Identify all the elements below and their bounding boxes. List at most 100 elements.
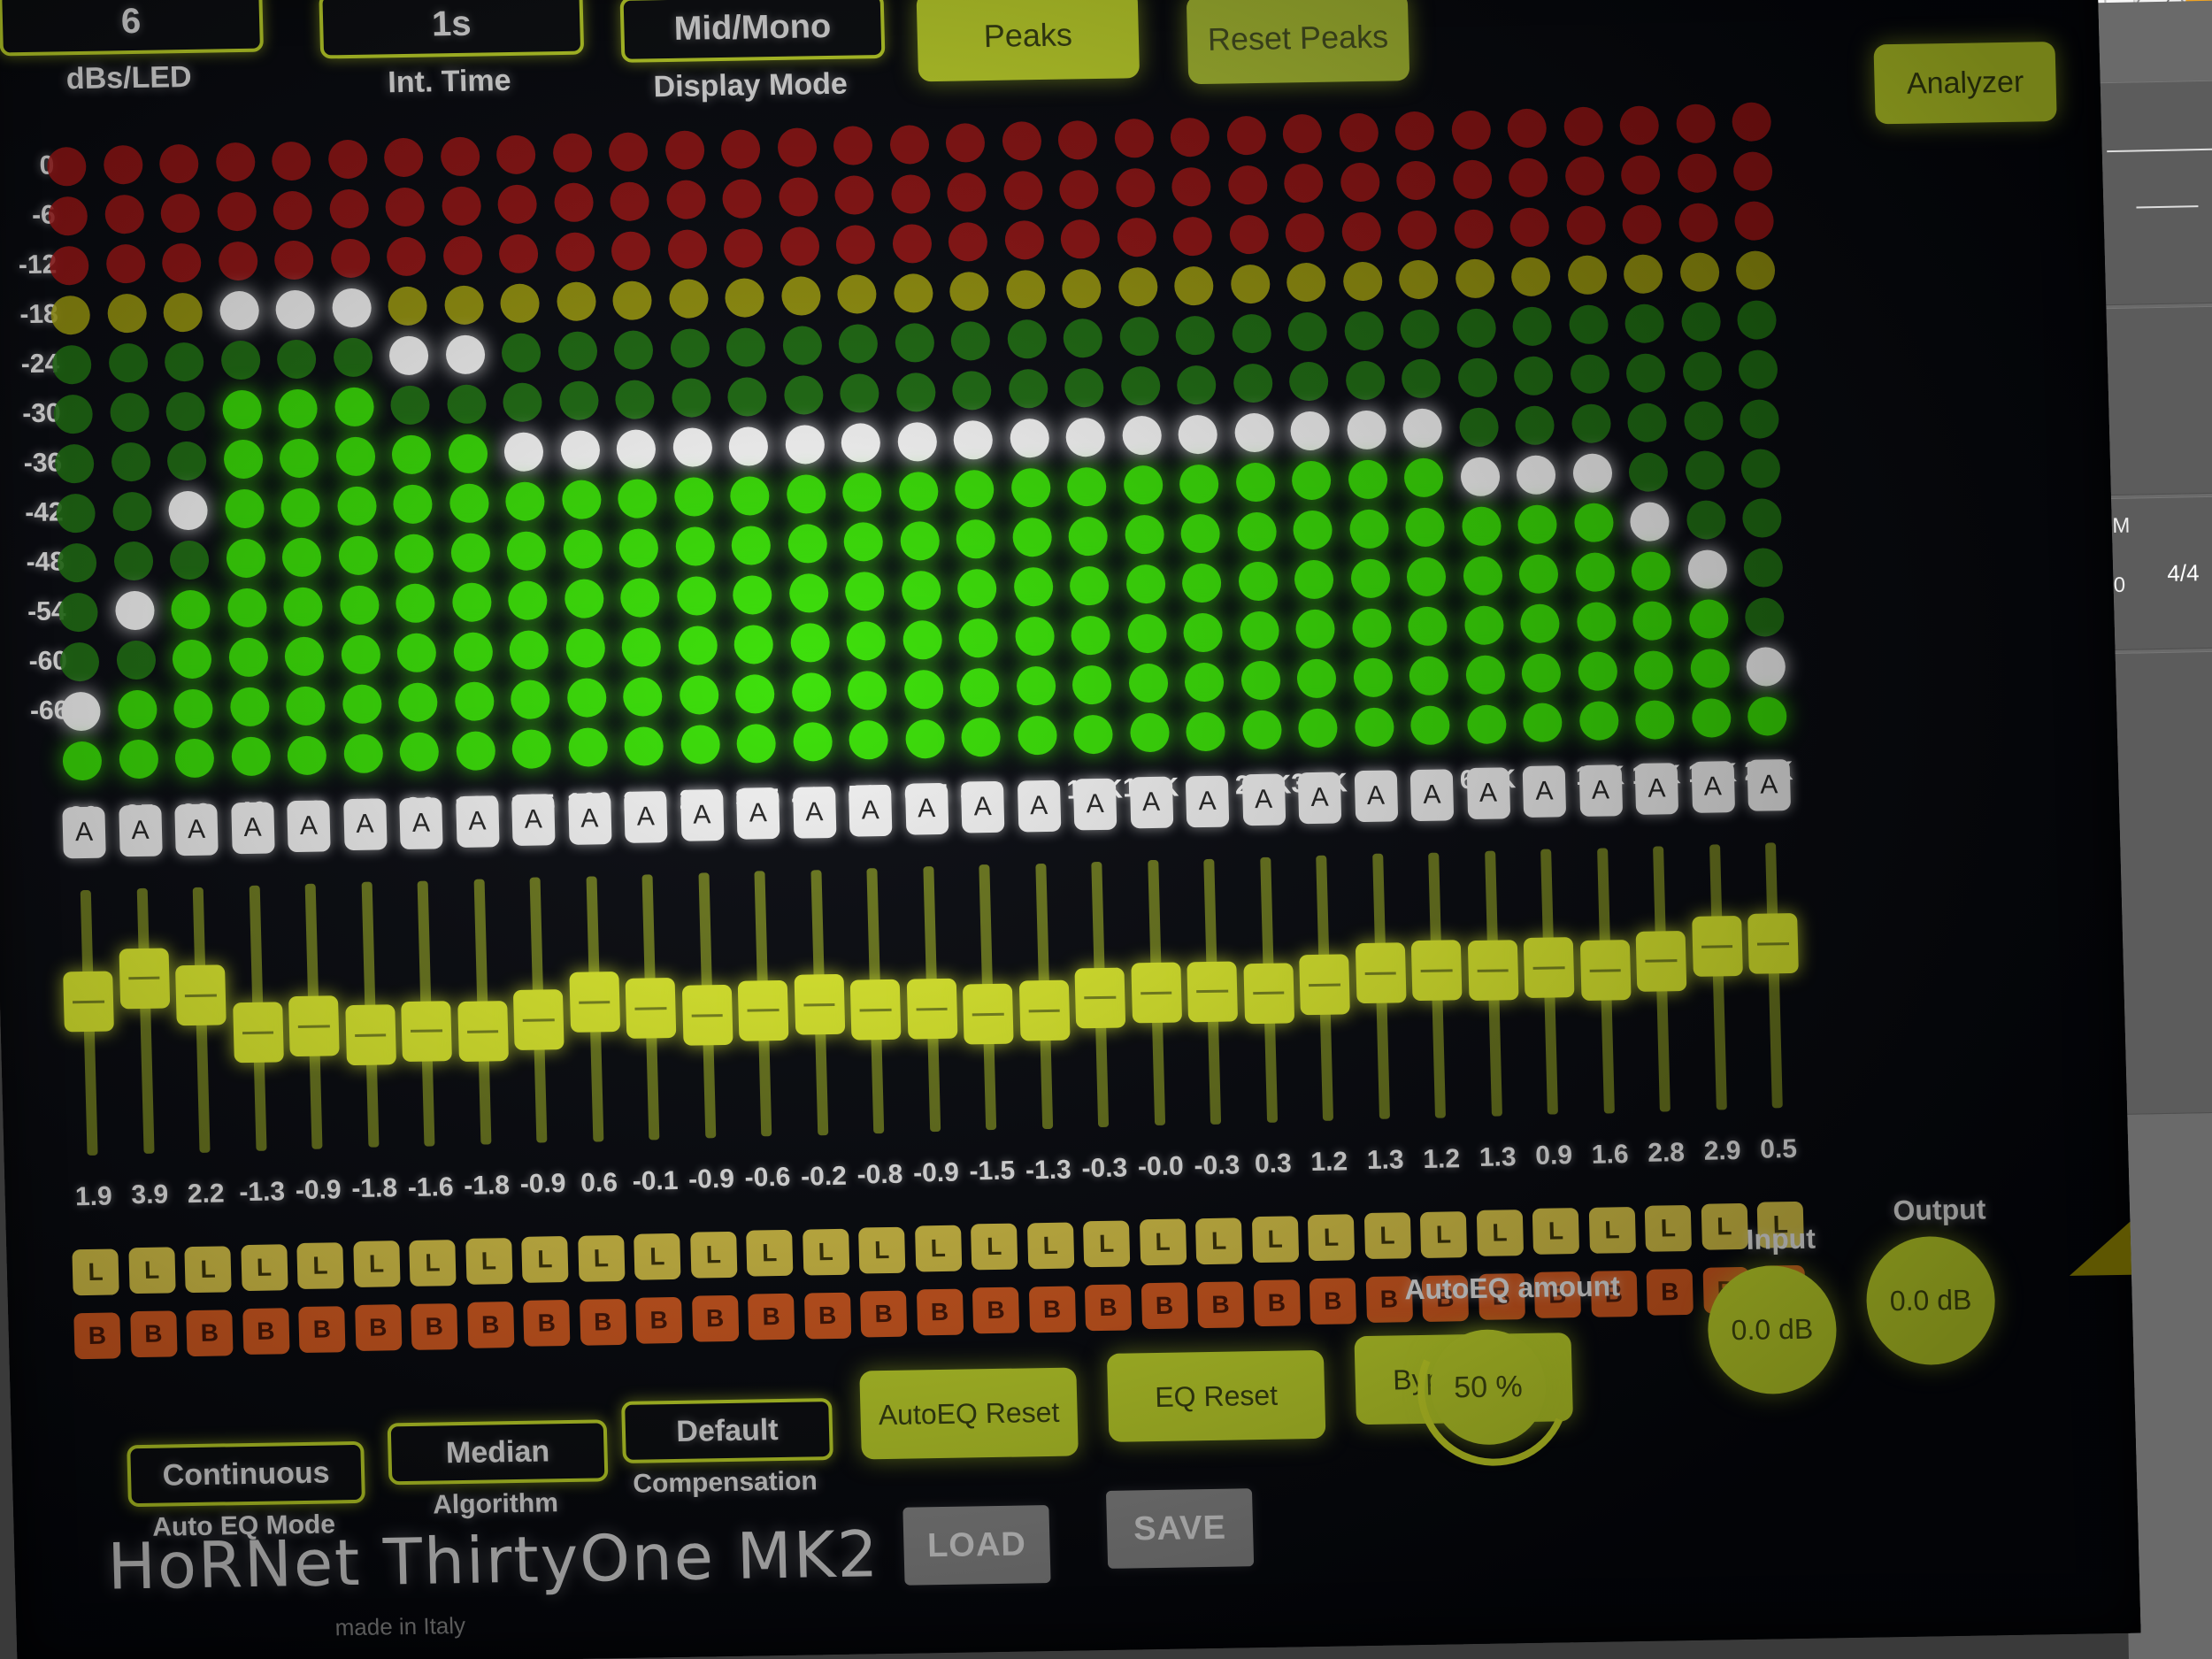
band-gain-fader-handle[interactable]	[1355, 942, 1407, 1004]
band-gain-fader-handle[interactable]	[625, 978, 677, 1039]
band-listen-button[interactable]: L	[1194, 1217, 1243, 1264]
band-solo-button[interactable]: A	[1185, 775, 1230, 827]
band-gain-fader-handle[interactable]	[512, 989, 565, 1051]
band-gain-fader-handle[interactable]	[175, 964, 227, 1026]
band-bypass-button[interactable]: B	[1309, 1278, 1357, 1325]
band-listen-button[interactable]: L	[240, 1244, 288, 1291]
band-solo-button[interactable]: A	[1691, 761, 1735, 813]
band-listen-button[interactable]: L	[72, 1248, 119, 1296]
band-solo-button[interactable]: A	[792, 786, 836, 839]
band-listen-button[interactable]: L	[746, 1230, 794, 1277]
band-solo-button[interactable]: A	[287, 800, 331, 853]
band-solo-button[interactable]: A	[342, 798, 388, 851]
autoeq-reset-button[interactable]: AutoEQ Reset	[859, 1367, 1079, 1460]
band-gain-fader-handle[interactable]	[401, 1000, 452, 1062]
band-listen-button[interactable]: L	[577, 1234, 626, 1282]
band-listen-button[interactable]: L	[1026, 1222, 1074, 1270]
band-listen-button[interactable]: L	[352, 1240, 401, 1288]
band-gain-fader-handle[interactable]	[1747, 913, 1799, 974]
band-bypass-button[interactable]: B	[523, 1300, 571, 1348]
band-gain-fader-track[interactable]	[1709, 844, 1727, 1110]
band-gain-fader-handle[interactable]	[232, 1002, 284, 1064]
band-listen-button[interactable]: L	[1251, 1216, 1299, 1263]
band-listen-button[interactable]: L	[858, 1226, 906, 1274]
band-bypass-button[interactable]: B	[186, 1309, 234, 1356]
band-solo-button[interactable]: A	[1297, 772, 1342, 825]
band-bypass-button[interactable]: B	[1084, 1284, 1133, 1332]
dbs-per-led-selector[interactable]: 6	[0, 0, 265, 57]
band-solo-button[interactable]: A	[1578, 764, 1623, 817]
compensation-selector[interactable]: Default	[621, 1398, 833, 1463]
band-listen-button[interactable]: L	[1588, 1206, 1636, 1254]
band-gain-fader-track[interactable]	[136, 888, 155, 1155]
band-listen-button[interactable]: L	[689, 1231, 737, 1279]
band-gain-fader-handle[interactable]	[1242, 963, 1294, 1024]
band-listen-button[interactable]: L	[802, 1228, 849, 1276]
band-bypass-button[interactable]: B	[1141, 1282, 1188, 1330]
band-listen-button[interactable]: L	[1139, 1218, 1187, 1266]
band-solo-button[interactable]: A	[960, 781, 1005, 834]
band-solo-button[interactable]: A	[174, 803, 219, 856]
analyzer-button[interactable]: Analyzer	[1873, 42, 2057, 125]
band-bypass-button[interactable]: B	[803, 1292, 851, 1340]
band-bypass-button[interactable]: B	[1028, 1286, 1076, 1333]
band-solo-button[interactable]: A	[1241, 773, 1286, 826]
band-listen-button[interactable]: L	[914, 1225, 962, 1272]
band-gain-fader-handle[interactable]	[1410, 940, 1463, 1002]
band-gain-fader-handle[interactable]	[1187, 961, 1239, 1022]
band-bypass-button[interactable]: B	[73, 1312, 121, 1360]
band-solo-button[interactable]: A	[1017, 780, 1061, 833]
band-bypass-button[interactable]: B	[635, 1296, 683, 1344]
band-listen-button[interactable]: L	[184, 1245, 232, 1293]
band-solo-button[interactable]: A	[1072, 778, 1118, 831]
int-time-selector[interactable]: 1s	[319, 0, 585, 59]
band-listen-button[interactable]: L	[1082, 1220, 1131, 1268]
band-listen-button[interactable]: L	[1363, 1212, 1411, 1260]
band-solo-button[interactable]: A	[1129, 776, 1173, 829]
band-listen-button[interactable]: L	[127, 1247, 176, 1294]
band-listen-button[interactable]: L	[1307, 1214, 1356, 1262]
band-solo-button[interactable]: A	[1409, 769, 1455, 821]
band-bypass-button[interactable]: B	[298, 1306, 346, 1354]
save-button[interactable]: SAVE	[1105, 1488, 1255, 1569]
band-bypass-button[interactable]: B	[1196, 1280, 1245, 1328]
band-solo-button[interactable]: A	[680, 789, 725, 841]
band-bypass-button[interactable]: B	[242, 1308, 290, 1355]
load-button[interactable]: LOAD	[902, 1505, 1051, 1586]
band-solo-button[interactable]: A	[62, 806, 106, 859]
band-gain-fader-handle[interactable]	[1579, 940, 1632, 1002]
band-solo-button[interactable]: A	[1634, 762, 1679, 815]
band-gain-fader-handle[interactable]	[737, 979, 789, 1041]
band-listen-button[interactable]: L	[521, 1236, 569, 1284]
band-bypass-button[interactable]: B	[466, 1301, 514, 1348]
band-bypass-button[interactable]: B	[916, 1288, 964, 1336]
band-listen-button[interactable]: L	[970, 1224, 1018, 1271]
band-gain-fader-handle[interactable]	[681, 985, 733, 1047]
band-listen-button[interactable]: L	[409, 1239, 457, 1286]
input-gain-knob[interactable]: 0.0 dB	[1706, 1264, 1839, 1395]
band-solo-button[interactable]: A	[1354, 770, 1398, 823]
band-listen-button[interactable]: L	[634, 1233, 681, 1280]
band-gain-fader-handle[interactable]	[1635, 930, 1687, 992]
band-bypass-button[interactable]: B	[691, 1294, 739, 1342]
band-gain-fader-handle[interactable]	[962, 983, 1014, 1045]
eq-reset-button[interactable]: EQ Reset	[1106, 1349, 1326, 1442]
band-gain-fader-handle[interactable]	[1691, 916, 1743, 977]
band-solo-button[interactable]: A	[118, 804, 163, 857]
algorithm-selector[interactable]: Median	[387, 1419, 609, 1486]
band-bypass-button[interactable]: B	[411, 1302, 458, 1350]
band-solo-button[interactable]: A	[624, 790, 668, 843]
band-bypass-button[interactable]: B	[747, 1294, 795, 1340]
display-mode-selector[interactable]: Mid/Mono	[619, 0, 886, 63]
band-bypass-button[interactable]: B	[579, 1298, 626, 1346]
band-bypass-button[interactable]: B	[859, 1290, 908, 1338]
band-bypass-button[interactable]: B	[354, 1304, 402, 1352]
band-gain-fader-track[interactable]	[1765, 842, 1783, 1109]
band-solo-button[interactable]: A	[399, 796, 443, 849]
band-bypass-button[interactable]: B	[972, 1287, 1020, 1334]
band-solo-button[interactable]: A	[904, 783, 949, 835]
band-solo-button[interactable]: A	[511, 794, 556, 847]
band-gain-fader-handle[interactable]	[568, 972, 620, 1033]
band-gain-fader-handle[interactable]	[118, 947, 170, 1009]
band-bypass-button[interactable]: B	[129, 1310, 178, 1358]
